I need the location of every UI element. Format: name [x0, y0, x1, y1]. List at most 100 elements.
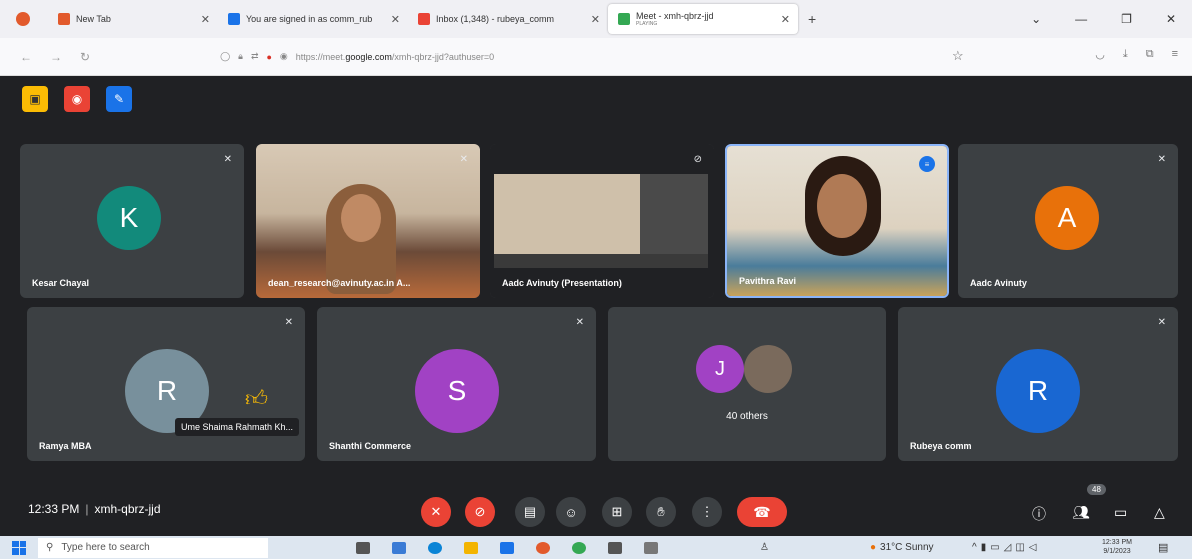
firefox-icon[interactable]	[536, 541, 550, 554]
url-suffix: /xmh-qbrz-jjd?authuser=0	[391, 51, 495, 62]
lock-icon: 🔒︎	[238, 51, 243, 61]
tab-signed-in[interactable]: You are signed in as comm_rub ✕	[218, 4, 408, 34]
avatar: R	[996, 349, 1080, 433]
maximize-icon[interactable]: ❐	[1121, 12, 1132, 26]
file-explorer-icon[interactable]	[464, 541, 478, 554]
windows-taskbar: ⚲ Type here to search ♙ ● 31°C Sunny ^▮▭…	[0, 536, 1192, 559]
avatar: A	[1035, 186, 1099, 250]
close-window-icon[interactable]: ✕	[1166, 12, 1176, 26]
participant-name: dean_research@avinuty.ac.in A...	[268, 278, 411, 288]
close-tab-icon[interactable]: ✕	[391, 13, 400, 26]
participant-tile[interactable]: K ✕ Kesar Chayal	[20, 144, 244, 298]
camera-off-icon: ⊘	[474, 504, 486, 519]
camera-permission-icon: ◉	[279, 51, 288, 61]
thumbs-up-reaction-icon: 👍︎	[245, 386, 268, 411]
face-shape	[341, 194, 381, 242]
avatar-initial: R	[156, 375, 178, 406]
close-tab-icon[interactable]: ✕	[781, 13, 790, 26]
system-tray-icons[interactable]: ^▮▭◿◫◁	[972, 542, 1040, 553]
url-prefix: https://meet.	[295, 51, 346, 62]
firefox-logo-icon	[16, 12, 30, 26]
meeting-info: 12:33 PM | xmh-qbrz-jjd	[28, 502, 161, 516]
tab-new-tab[interactable]: New Tab ✕	[48, 4, 218, 34]
task-view-icon[interactable]	[356, 541, 370, 554]
tab-list-chevron-icon[interactable]: ⌄	[1031, 12, 1041, 26]
presentation-tile[interactable]: ⊘ Aadc Avinuty (Presentation)	[490, 144, 714, 298]
taskbar-clock[interactable]: 12:33 PM 9/1/2023	[1102, 538, 1132, 556]
app-icon[interactable]	[644, 541, 658, 554]
app-icon[interactable]	[608, 541, 622, 554]
participant-tile[interactable]: S ✕ Shanthi Commerce	[317, 307, 596, 461]
firefox-favicon-icon	[58, 13, 70, 25]
bookmark-star-icon[interactable]: ☆	[952, 48, 964, 64]
close-tab-icon[interactable]: ✕	[201, 13, 210, 26]
info-icon[interactable]: ⓘ	[1032, 504, 1046, 524]
activities-icon[interactable]: △	[1154, 504, 1165, 521]
participant-name: Ramya MBA	[39, 441, 92, 451]
weather-text: 31°C Sunny	[880, 542, 934, 553]
participant-tile[interactable]: A ✕ Aadc Avinuty	[958, 144, 1178, 298]
screen-share	[490, 144, 714, 298]
video-feed	[256, 144, 480, 298]
others-tile[interactable]: J 40 others	[608, 307, 886, 461]
app-icon[interactable]	[392, 541, 406, 554]
presenting-icon: ⊘	[693, 154, 702, 165]
avatar: J	[696, 345, 744, 393]
reload-icon[interactable]: ↻	[80, 50, 90, 64]
mic-off-icon: ✕	[1157, 154, 1166, 165]
minimize-icon[interactable]: —	[1075, 12, 1087, 26]
download-icon[interactable]: ⤓	[1123, 48, 1128, 61]
present-button[interactable]: ⊞	[602, 497, 632, 527]
tab-playing-label: PLAYING	[636, 21, 658, 27]
taskbar-search[interactable]: ⚲ Type here to search	[38, 537, 268, 558]
mail-icon[interactable]	[500, 541, 514, 554]
tab-meet[interactable]: Meet - xmh-qbrz-jjd PLAYING ✕	[608, 4, 798, 34]
present-screen-icon: ⊞	[611, 504, 623, 519]
close-tab-icon[interactable]: ✕	[591, 13, 600, 26]
chrome-icon[interactable]	[572, 541, 586, 554]
mic-toggle-button[interactable]: ✕	[421, 497, 451, 527]
notification-icon[interactable]: ▤	[1158, 541, 1168, 554]
emoji-icon: ☺	[564, 504, 578, 520]
separator: |	[85, 502, 89, 516]
participant-tile[interactable]: R 👍︎ ✕ Ramya MBA	[27, 307, 305, 461]
more-vert-icon: ⋮	[700, 504, 714, 519]
participant-tile[interactable]: ✕ dean_research@avinuty.ac.in A...	[256, 144, 480, 298]
url-domain: google.com	[345, 51, 392, 62]
more-options-button[interactable]: ⋮	[692, 497, 722, 527]
edge-icon[interactable]	[428, 541, 442, 554]
back-arrow-icon[interactable]: ←	[20, 50, 32, 64]
raise-hand-button[interactable]: ✋︎	[646, 497, 676, 527]
speaking-indicator-icon: ≡	[919, 156, 935, 172]
forward-arrow-icon[interactable]: →	[50, 50, 62, 64]
weather-widget[interactable]: ● 31°C Sunny	[870, 542, 934, 553]
video-feed	[727, 146, 947, 296]
windows-start-icon[interactable]	[12, 540, 26, 555]
window-controls: ⌄ — ❐ ✕	[1031, 0, 1192, 38]
chat-icon[interactable]: ▭	[1114, 504, 1127, 521]
person-icon[interactable]: ♙	[760, 542, 769, 553]
menu-icon[interactable]: ≡	[1172, 48, 1178, 61]
captions-button[interactable]: ▤	[515, 497, 545, 527]
taskbar-apps	[356, 541, 658, 554]
camera-toggle-button[interactable]: ⊘	[465, 497, 495, 527]
pocket-icon[interactable]: ◡	[1095, 48, 1105, 61]
avatar: S	[415, 349, 499, 433]
meet-top-buttons: ▣ ◉ ✎	[22, 86, 132, 112]
recording-icon[interactable]: ▣	[22, 86, 48, 112]
end-call-button[interactable]: ☎︎	[737, 497, 787, 527]
tab-inbox[interactable]: Inbox (1,348) - rubeya_comm ✕	[408, 4, 608, 34]
address-field[interactable]: ◯ 🔒︎ ⇄ ● ◉ https://meet.google.com/xmh-q…	[220, 51, 494, 62]
participant-tile-active[interactable]: ≡ Pavithra Ravi	[725, 144, 949, 298]
participant-name: Shanthi Commerce	[329, 441, 412, 451]
participant-name: Rubeya comm	[910, 441, 972, 451]
new-tab-plus-icon[interactable]: +	[808, 11, 816, 27]
people-icon[interactable]: 👥︎	[1072, 504, 1090, 521]
extensions-icon[interactable]: ⧉	[1146, 48, 1154, 61]
edit-icon[interactable]: ✎	[106, 86, 132, 112]
shared-window	[494, 174, 640, 254]
emoji-button[interactable]: ☺	[556, 497, 586, 527]
avatar-initial: J	[715, 357, 725, 380]
record-dot-icon[interactable]: ◉	[64, 86, 90, 112]
participant-tile[interactable]: R ✕ Rubeya comm	[898, 307, 1178, 461]
